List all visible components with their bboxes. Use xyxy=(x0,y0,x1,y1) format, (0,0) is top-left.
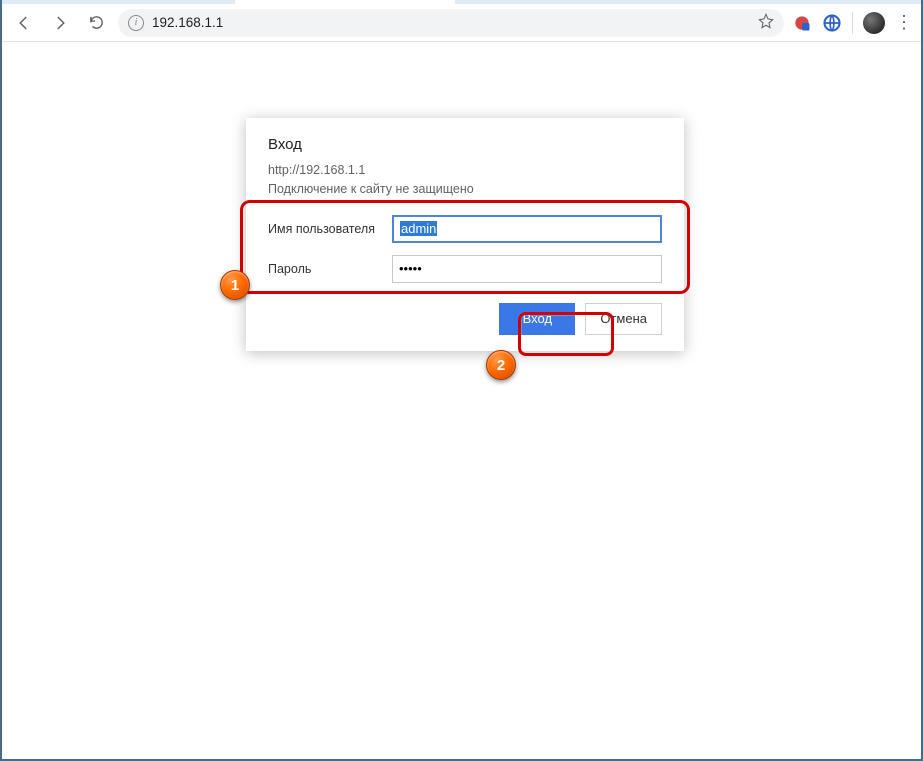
extensions-area: ⋮ xyxy=(792,12,913,34)
username-input[interactable]: admin xyxy=(392,215,662,243)
tab-router[interactable]: 192.168.1.1 ✕ xyxy=(235,0,455,4)
new-tab-button[interactable]: + xyxy=(459,0,487,2)
forward-button[interactable] xyxy=(46,9,74,37)
dialog-origin: http://192.168.1.1 xyxy=(268,161,662,180)
login-button[interactable]: Вход xyxy=(499,303,575,335)
password-input[interactable] xyxy=(392,255,662,283)
dialog-actions: Вход Отмена xyxy=(268,303,662,335)
reload-button[interactable] xyxy=(82,9,110,37)
credential-fields: Имя пользователя admin Пароль xyxy=(268,215,662,283)
address-text: 192.168.1.1 xyxy=(152,15,750,30)
menu-button[interactable]: ⋮ xyxy=(895,12,913,33)
username-label: Имя пользователя xyxy=(268,222,380,236)
annotation-callout-2: 2 xyxy=(486,350,516,380)
address-bar[interactable]: i 192.168.1.1 xyxy=(118,9,784,37)
extension-globe-icon[interactable] xyxy=(822,13,842,33)
bookmark-star-icon[interactable] xyxy=(758,13,774,32)
username-row: Имя пользователя admin xyxy=(268,215,662,243)
tab-lumpics[interactable]: Lumpics.ru ✕ xyxy=(10,0,230,4)
annotation-callout-1: 1 xyxy=(220,270,250,300)
password-label: Пароль xyxy=(268,262,380,276)
dialog-title: Вход xyxy=(268,136,662,153)
extension-icon[interactable] xyxy=(792,13,812,33)
profile-avatar[interactable] xyxy=(863,12,885,34)
site-info-icon[interactable]: i xyxy=(128,15,144,31)
dialog-subtext: http://192.168.1.1 Подключение к сайту н… xyxy=(268,161,662,199)
back-button[interactable] xyxy=(10,9,38,37)
cancel-button[interactable]: Отмена xyxy=(585,303,662,335)
dialog-warning: Подключение к сайту не защищено xyxy=(268,180,662,199)
toolbar-separator xyxy=(852,12,853,34)
username-value: admin xyxy=(400,221,437,236)
http-auth-dialog: Вход http://192.168.1.1 Подключение к са… xyxy=(246,118,684,351)
browser-toolbar: i 192.168.1.1 ⋮ xyxy=(2,4,921,42)
tab-strip: Lumpics.ru ✕ 192.168.1.1 ✕ + xyxy=(2,0,921,4)
password-row: Пароль xyxy=(268,255,662,283)
